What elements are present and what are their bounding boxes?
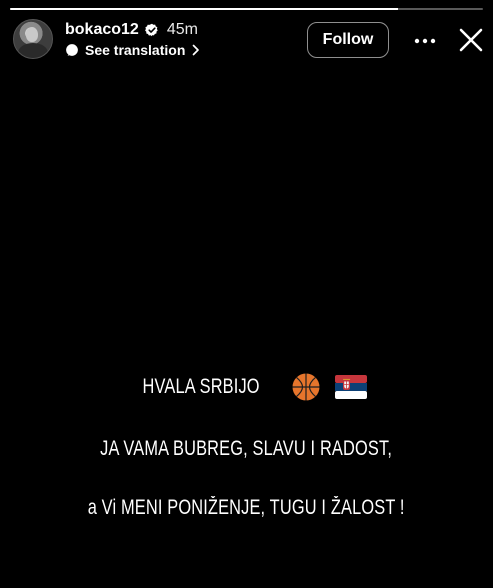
story-text-line-3-text: a Vi MENI PONIŽENJE, TUGU I ŽALOST !	[88, 496, 405, 519]
post-time: 45m	[166, 21, 198, 38]
more-options-button[interactable]	[412, 29, 438, 53]
follow-button[interactable]: Follow	[307, 22, 389, 58]
username[interactable]: bokaco12	[65, 21, 139, 39]
more-horizontal-icon	[414, 38, 436, 44]
translation-icon	[66, 44, 78, 56]
story-text-line-2: JA VAMA BUBREG, SLAVU I RADOST,	[0, 437, 493, 461]
close-icon	[459, 28, 483, 52]
close-button[interactable]	[456, 25, 486, 55]
verified-badge-icon	[144, 23, 158, 37]
chevron-right-icon	[193, 44, 200, 56]
basketball-icon	[292, 373, 320, 401]
avatar-shoulders	[18, 43, 48, 58]
see-translation-label[interactable]: See translation	[85, 42, 185, 58]
serbia-flag-icon	[334, 375, 367, 399]
avatar-face	[26, 27, 38, 42]
story-text-line-2-text: JA VAMA BUBREG, SLAVU I RADOST,	[100, 437, 393, 460]
story-text-line-1: HVALA SRBIJO	[0, 372, 493, 402]
story-header-user: bokaco12 45m	[65, 19, 198, 41]
avatar[interactable]	[13, 19, 53, 59]
story-text-line-1-text: HVALA SRBIJO	[142, 375, 261, 398]
story-progress-fill	[10, 8, 398, 10]
see-translation-link[interactable]: See translation	[65, 42, 201, 58]
story-text-line-3: a Vi MENI PONIŽENJE, TUGU I ŽALOST !	[0, 496, 493, 520]
story-progress-bar	[10, 8, 483, 10]
